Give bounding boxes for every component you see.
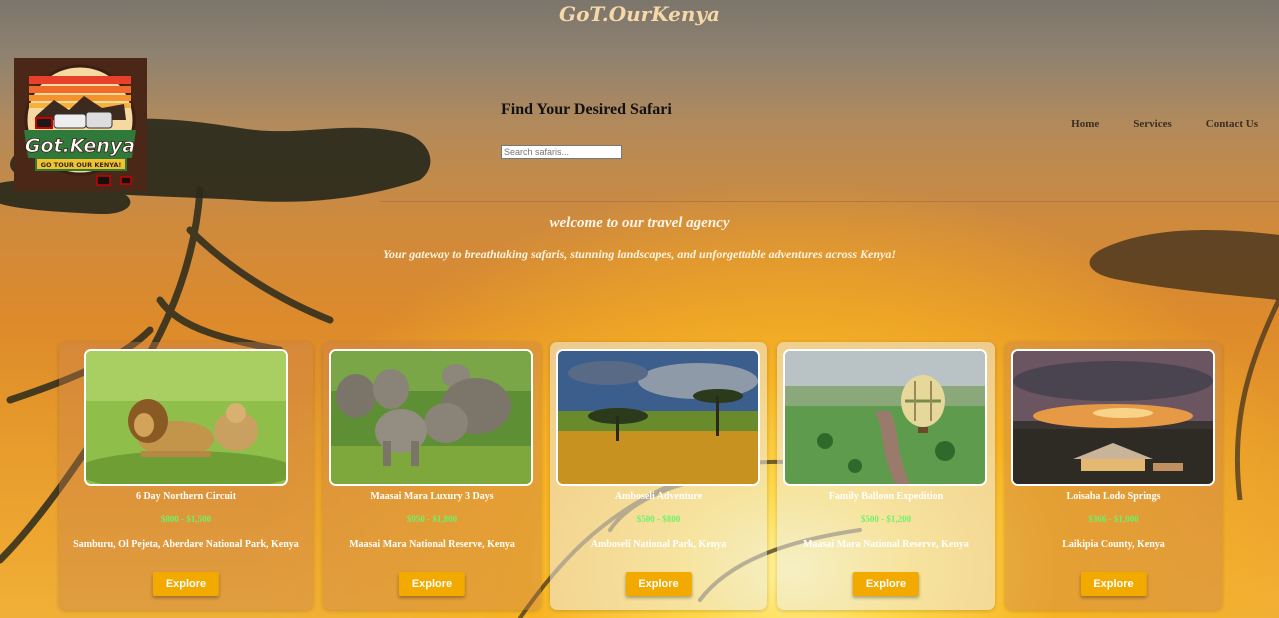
logo-badge-icon: Got.Kenya GO TOUR OUR KENYA! (24, 64, 136, 186)
nav-contact-us[interactable]: Contact Us (1206, 118, 1258, 130)
safari-photo-lodge[interactable] (1011, 349, 1215, 486)
explore-button[interactable]: Explore (852, 572, 920, 596)
svg-text:GO TOUR OUR KENYA!: GO TOUR OUR KENYA! (41, 161, 122, 169)
safari-name: Amboseli Adventure (614, 491, 703, 502)
explore-button[interactable]: Explore (152, 572, 220, 596)
safari-photo-lions[interactable] (84, 349, 288, 486)
safari-price: $950 - $1,800 (406, 514, 458, 524)
safari-card: Amboseli Adventure $500 - $800 Amboseli … (550, 342, 767, 610)
search-heading: Find Your Desired Safari (501, 101, 672, 118)
explore-button[interactable]: Explore (398, 572, 466, 596)
safari-name: Family Balloon Expedition (828, 491, 944, 502)
main-nav: Home Services Contact Us (1071, 118, 1258, 130)
safari-card: 6 Day Northern Circuit $800 - $1,500 Sam… (59, 342, 313, 610)
safari-photo-balloon[interactable] (783, 349, 987, 486)
safari-price: $500 - $1,200 (860, 514, 912, 524)
nav-services[interactable]: Services (1133, 118, 1171, 130)
svg-text:Got.Kenya: Got.Kenya (25, 135, 135, 157)
header-divider (380, 201, 1279, 202)
logo[interactable]: Got.Kenya GO TOUR OUR KENYA! (14, 58, 147, 191)
safari-location: Maasai Mara National Reserve, Kenya (349, 539, 515, 550)
safari-location: Laikipia County, Kenya (1062, 539, 1165, 550)
search-input[interactable] (501, 145, 622, 159)
welcome-heading: welcome to our travel agency (549, 215, 730, 231)
hero-tagline: Your gateway to breathtaking safaris, st… (382, 247, 897, 261)
safari-name: Loisaba Lodo Springs (1066, 491, 1161, 502)
search-block: Find Your Desired Safari (501, 101, 672, 160)
explore-button[interactable]: Explore (1080, 572, 1147, 596)
safari-photo-elephants[interactable] (329, 349, 533, 486)
safari-name: 6 Day Northern Circuit (135, 491, 237, 502)
safari-location: Samburu, Ol Pejeta, Aberdare National Pa… (73, 539, 299, 550)
safari-location: Amboseli National Park, Kenya (590, 539, 727, 550)
nav-home[interactable]: Home (1071, 118, 1099, 130)
safari-photo-savanna[interactable] (556, 349, 760, 486)
safari-name: Maasai Mara Luxury 3 Days (370, 491, 494, 502)
safari-price: $500 - $800 (636, 514, 681, 524)
safari-location: Maasai Mara National Reserve, Kenya (803, 539, 969, 550)
safari-price: $366 - $1,000 (1088, 514, 1139, 524)
safari-card: Loisaba Lodo Springs $366 - $1,000 Laiki… (1005, 342, 1222, 610)
safari-card: Maasai Mara Luxury 3 Days $950 - $1,800 … (323, 342, 541, 610)
explore-button[interactable]: Explore (625, 572, 692, 596)
safari-card: Family Balloon Expedition $500 - $1,200 … (777, 342, 995, 610)
site-title: GoT.OurKenya (559, 2, 720, 26)
safari-price: $800 - $1,500 (160, 514, 212, 524)
